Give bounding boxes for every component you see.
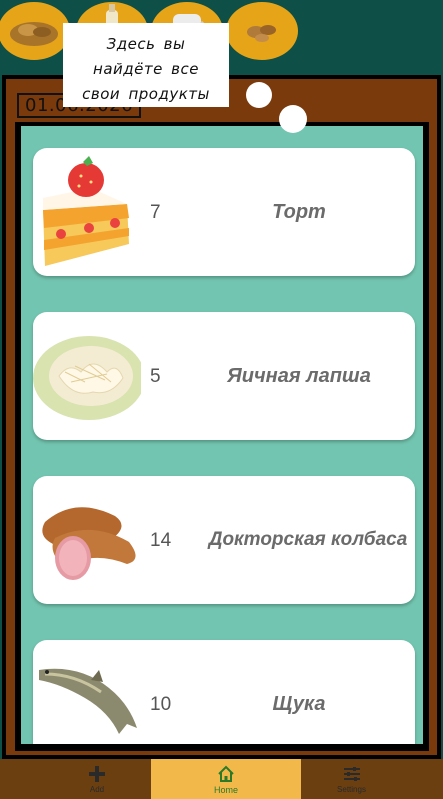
- nav-settings-label: Settings: [337, 785, 366, 794]
- product-card[interactable]: 10 Щука: [33, 640, 415, 744]
- product-name: Щука: [272, 692, 326, 715]
- nav-settings[interactable]: Settings: [280, 759, 423, 799]
- tooltip-line: найдёте все: [93, 60, 199, 78]
- nav-add[interactable]: Add: [22, 759, 172, 799]
- product-quantity: 14: [150, 530, 172, 551]
- bottom-navigation: Add Home Settings: [0, 759, 443, 799]
- tooltip-dot: [279, 105, 307, 133]
- nav-add-label: Add: [89, 785, 105, 794]
- product-name: Яичная лапша: [227, 364, 371, 387]
- product-quantity: 5: [150, 366, 161, 387]
- product-quantity: 10: [150, 694, 172, 715]
- nav-home[interactable]: Home: [151, 759, 301, 799]
- product-name: Торт: [272, 200, 326, 223]
- pike-fish-icon: [31, 640, 141, 744]
- home-icon: [218, 765, 234, 782]
- product-list[interactable]: 7 Торт 5 Яичная лапша 14 Докторская колб: [21, 126, 423, 744]
- tooltip-line: свои продукты: [82, 85, 210, 103]
- product-quantity: 7: [150, 202, 161, 223]
- onboarding-tooltip: Здесь вы найдёте все свои продукты: [63, 23, 229, 107]
- egg-noodles-icon: [31, 312, 145, 440]
- nuts-category-icon[interactable]: [226, 2, 298, 60]
- plus-icon: [89, 766, 105, 782]
- cake-slice-icon: [31, 148, 141, 276]
- grains-category-icon[interactable]: [0, 2, 70, 60]
- product-card[interactable]: 14 Докторская колбаса: [33, 476, 415, 604]
- sausage-icon: [31, 476, 141, 604]
- sliders-icon: [343, 767, 360, 781]
- tooltip-line: Здесь вы: [106, 35, 186, 53]
- nav-home-label: Home: [213, 785, 238, 795]
- product-card[interactable]: 5 Яичная лапша: [33, 312, 415, 440]
- product-card[interactable]: 7 Торт: [33, 148, 415, 276]
- tooltip-dot: [246, 82, 272, 108]
- product-name: Докторская колбаса: [208, 529, 408, 550]
